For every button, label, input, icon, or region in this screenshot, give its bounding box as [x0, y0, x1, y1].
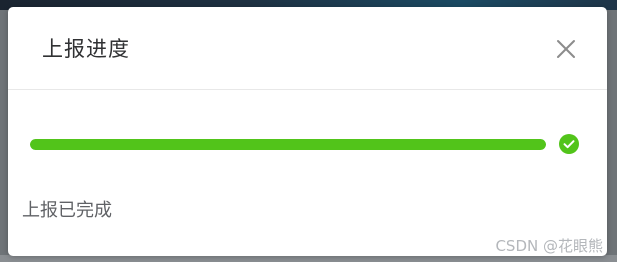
close-icon — [557, 40, 575, 58]
upload-progress-dialog: 上报进度 上报已完成 — [8, 7, 607, 256]
progress-fill — [30, 139, 546, 150]
close-button[interactable] — [555, 38, 577, 60]
watermark: CSDN @花眼熊 — [495, 237, 603, 255]
check-circle-icon — [558, 133, 580, 155]
dialog-header: 上报进度 — [8, 7, 607, 90]
backdrop-bottom — [0, 255, 617, 262]
dialog-title: 上报进度 — [42, 37, 130, 61]
progress-track — [30, 139, 546, 150]
progress-bar — [30, 132, 582, 156]
status-text: 上报已完成 — [22, 200, 112, 221]
